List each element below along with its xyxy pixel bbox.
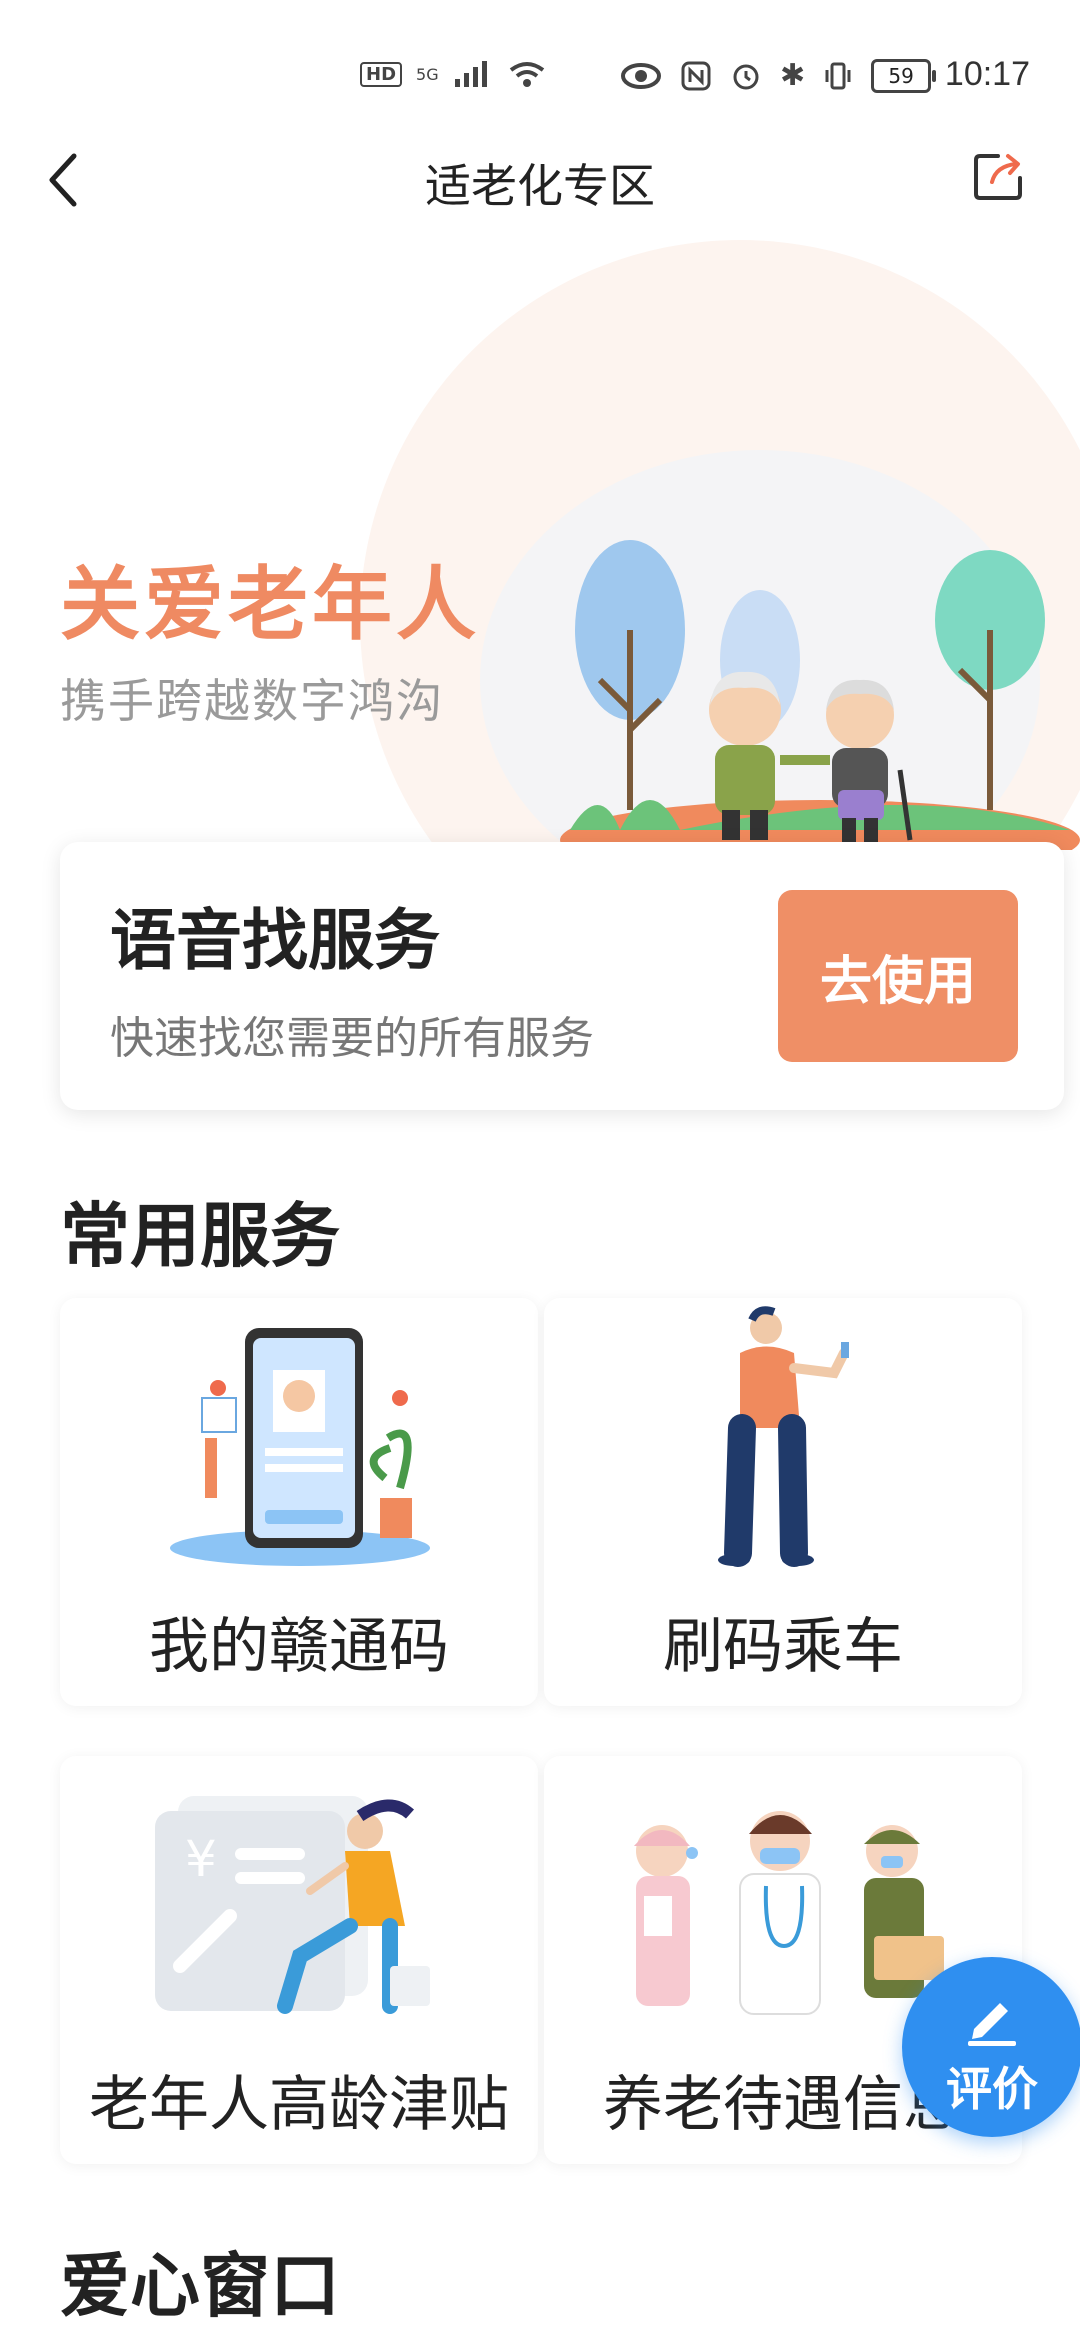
evaluate-button[interactable]: 评价 [902, 1957, 1080, 2137]
voice-card-title: 语音找服务 [110, 902, 440, 979]
person-scanning-phone-illustration [718, 1306, 849, 1567]
wifi-icon [509, 62, 544, 87]
signal-icon: 5G [416, 64, 439, 84]
nfc-icon [681, 61, 711, 90]
service-label: 刷码乘车 [663, 1612, 903, 1682]
status-icons-right: ✱ 59 [620, 58, 937, 93]
allowance-illustration: ¥ [155, 1796, 430, 2014]
common-services-title: 常用服务 [60, 1195, 340, 1277]
hero-banner: 关爱老年人 携手跨越数字鸿沟 [0, 240, 1080, 850]
bluetooth-icon: ✱ [780, 58, 806, 93]
service-card-scan-ride[interactable]: 刷码乘车 [544, 1298, 1022, 1706]
nav-bar: 适老化专区 [0, 120, 1080, 240]
voice-card-description: 快速找您需要的所有服务 [110, 1013, 594, 1064]
voice-service-card: 语音找服务 快速找您需要的所有服务 去使用 [60, 842, 1064, 1110]
hero-subtitle: 携手跨越数字鸿沟 [60, 674, 444, 728]
use-voice-button[interactable]: 去使用 [778, 890, 1018, 1062]
health-code-phone-illustration [170, 1328, 430, 1566]
alarm-icon [733, 64, 759, 89]
svg-text:¥: ¥ [185, 1830, 217, 1888]
battery-icon: 59 [871, 58, 937, 93]
hero-title: 关爱老年人 [60, 558, 480, 651]
service-label: 我的赣通码 [149, 1612, 449, 1682]
status-icons-left: HD 5G [360, 58, 547, 90]
signal-bars-icon [454, 61, 487, 87]
elderly-couple-illustration [560, 540, 1080, 850]
service-label: 老年人高龄津贴 [89, 2070, 509, 2140]
status-time: 10:17 [944, 55, 1030, 93]
service-card-health-code[interactable]: 我的赣通码 [60, 1298, 538, 1706]
service-card-elderly-allowance[interactable]: ¥ 老年人高龄津贴 [60, 1756, 538, 2164]
page-title: 适老化专区 [425, 159, 655, 213]
love-window-title: 爱心窗口 [60, 2245, 340, 2327]
hd-icon: HD [360, 61, 403, 87]
share-button[interactable] [970, 146, 1030, 206]
vibrate-icon [825, 62, 851, 89]
evaluate-label: 评价 [946, 2062, 1038, 2116]
edit-pen-icon [968, 2003, 1016, 2046]
eye-icon [621, 62, 661, 89]
